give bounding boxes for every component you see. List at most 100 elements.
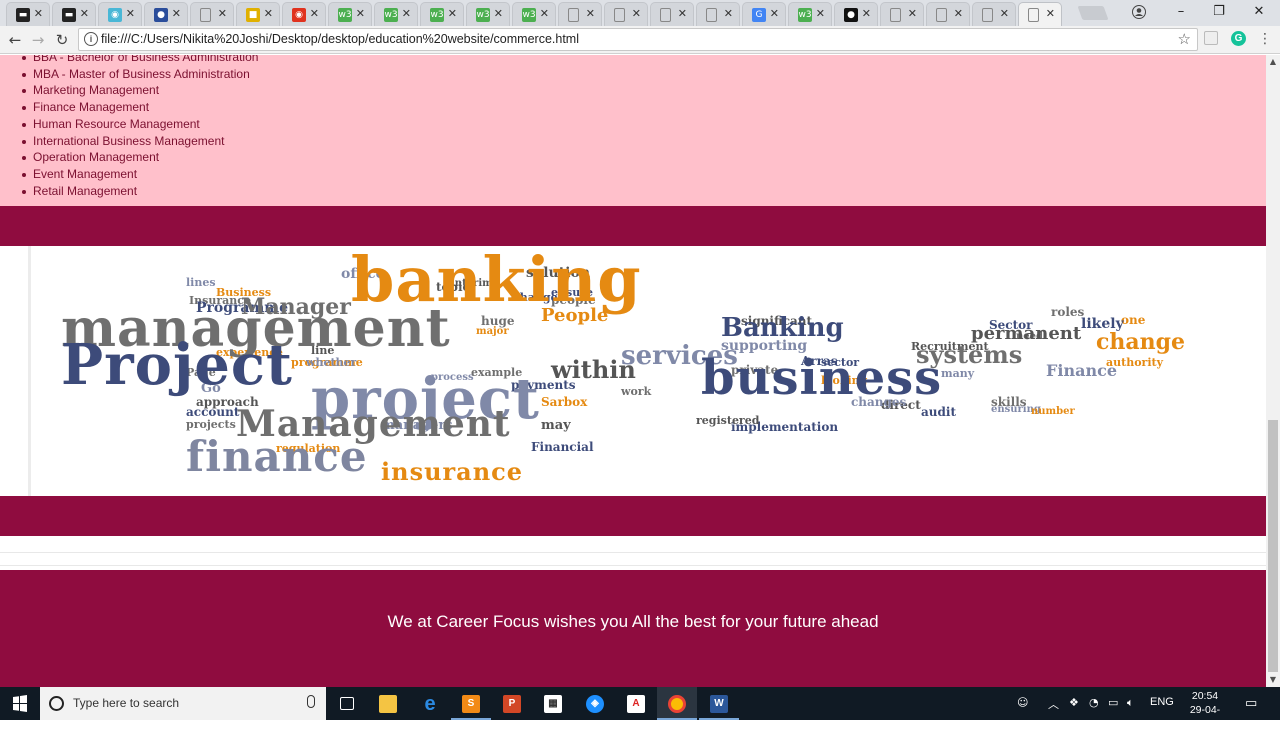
close-tab-icon[interactable]: ✕ xyxy=(34,7,43,20)
close-tab-icon[interactable]: ✕ xyxy=(908,7,917,20)
chrome-icon[interactable] xyxy=(657,687,697,720)
close-tab-icon[interactable]: ✕ xyxy=(264,7,273,20)
close-tab-icon[interactable]: ✕ xyxy=(80,7,89,20)
close-tab-icon[interactable]: ✕ xyxy=(678,7,687,20)
wordcloud-word: finance xyxy=(186,432,368,481)
close-tab-icon[interactable]: ✕ xyxy=(126,7,135,20)
scroll-up-arrow[interactable]: ▲ xyxy=(1266,55,1280,69)
browser-tab[interactable]: w3 ✕ xyxy=(328,2,372,26)
browser-tab[interactable]: ◉ ✕ xyxy=(98,2,142,26)
course-list-item: International Business Management xyxy=(21,133,258,150)
restore-button[interactable]: ❐ xyxy=(1200,0,1238,24)
course-list-item: Finance Management xyxy=(21,99,258,116)
acrobat-icon[interactable]: A xyxy=(616,687,656,720)
browser-tab[interactable]: ● ✕ xyxy=(144,2,188,26)
scrollbar-thumb[interactable] xyxy=(1268,420,1278,672)
course-list-item: MBA - Master of Business Administration xyxy=(21,66,258,83)
close-tab-icon[interactable]: ✕ xyxy=(632,7,641,20)
clock[interactable]: 20:54 29-04-2018 xyxy=(1183,689,1227,731)
close-tab-icon[interactable]: ✕ xyxy=(1046,7,1055,20)
browser-tab[interactable]: G ✕ xyxy=(742,2,786,26)
address-bar[interactable]: i file:///C:/Users/Nikita%20Joshi/Deskto… xyxy=(78,28,1198,51)
close-tab-icon[interactable]: ✕ xyxy=(494,7,503,20)
page-icon xyxy=(614,8,625,22)
back-button[interactable]: ← xyxy=(5,30,25,50)
course-list-item: Event Management xyxy=(21,166,258,183)
browser-tab-strip: ▬ ✕ ▬ ✕ ◉ ✕ ● ✕ ✕ ■ ✕ ◉ ✕ w3 ✕ w3 ✕ w3 ✕ w3 ✕ w3 ✕ ✕ ✕ ✕ ✕ G ✕ w3 ✕ ● ✕ ✕… xyxy=(0,0,1280,26)
microphone-icon[interactable] xyxy=(307,695,315,708)
w3-icon: w3 xyxy=(476,8,490,22)
url-text[interactable]: file:///C:/Users/Nikita%20Joshi/Desktop/… xyxy=(101,32,579,46)
cortana-icon[interactable] xyxy=(49,696,64,711)
close-tab-icon[interactable]: ✕ xyxy=(862,7,871,20)
new-tab-button[interactable] xyxy=(1077,6,1109,20)
taskbar-search[interactable]: Type here to search xyxy=(40,687,326,720)
close-tab-icon[interactable]: ✕ xyxy=(218,7,227,20)
browser-tab[interactable]: ✕ xyxy=(880,2,924,26)
start-button[interactable] xyxy=(0,687,40,720)
browser-tab[interactable]: ✕ xyxy=(650,2,694,26)
browser-tab[interactable]: ✕ xyxy=(604,2,648,26)
menu-kebab-icon[interactable]: ⋮ xyxy=(1258,30,1272,48)
edge-icon[interactable]: e xyxy=(410,687,450,720)
page-icon xyxy=(1028,8,1039,22)
show-hidden-icons-chevron-icon[interactable]: ︿ xyxy=(1048,696,1059,712)
browser-tab[interactable]: ✕ xyxy=(926,2,970,26)
store-icon[interactable]: ▦ xyxy=(533,687,573,720)
profile-icon[interactable] xyxy=(1120,0,1158,24)
battery-icon[interactable]: ▭ xyxy=(1108,696,1118,709)
sublime-text-icon[interactable]: S xyxy=(451,687,491,720)
browser-tab[interactable]: ✕ xyxy=(696,2,740,26)
word-icon[interactable]: W xyxy=(699,687,739,720)
browser-tab[interactable]: ✕ xyxy=(972,2,1016,26)
close-tab-icon[interactable]: ✕ xyxy=(770,7,779,20)
browser-tab[interactable]: ■ ✕ xyxy=(236,2,280,26)
close-tab-icon[interactable]: ✕ xyxy=(540,7,549,20)
volume-icon[interactable]: 🔈︎ xyxy=(1127,696,1134,710)
browser-tab[interactable]: w3 ✕ xyxy=(788,2,832,26)
people-icon[interactable]: ☺ xyxy=(1017,696,1028,709)
browser-tab[interactable]: w3 ✕ xyxy=(374,2,418,26)
close-tab-icon[interactable]: ✕ xyxy=(1000,7,1009,20)
task-view-icon[interactable] xyxy=(327,687,367,720)
close-tab-icon[interactable]: ✕ xyxy=(172,7,181,20)
language-indicator[interactable]: ENG xyxy=(1150,696,1174,708)
grammarly-icon[interactable]: G xyxy=(1231,31,1246,46)
close-tab-icon[interactable]: ✕ xyxy=(356,7,365,20)
forward-button[interactable]: → xyxy=(28,30,48,50)
close-tab-icon[interactable]: ✕ xyxy=(586,7,595,20)
minimize-button[interactable]: – xyxy=(1162,0,1200,24)
browser-tab[interactable]: w3 ✕ xyxy=(420,2,464,26)
clock-time: 20:54 xyxy=(1191,690,1219,702)
browser-tab[interactable]: ▬ ✕ xyxy=(6,2,50,26)
powerpoint-icon[interactable]: P xyxy=(492,687,532,720)
close-tab-icon[interactable]: ✕ xyxy=(448,7,457,20)
notifications-icon[interactable]: ▭ xyxy=(1245,696,1257,711)
safari-icon[interactable]: ◈ xyxy=(575,687,615,720)
browser-tab[interactable]: ● ✕ xyxy=(834,2,878,26)
globe-icon: ◉ xyxy=(108,8,122,22)
wordcloud-word: Banking xyxy=(721,313,844,343)
browser-tab[interactable]: w3 ✕ xyxy=(466,2,510,26)
browser-tab[interactable]: ◉ ✕ xyxy=(282,2,326,26)
dropbox-icon[interactable]: ❖ xyxy=(1069,696,1079,709)
file-explorer-icon[interactable] xyxy=(368,687,408,720)
browser-tab[interactable]: ✕ xyxy=(558,2,602,26)
close-tab-icon[interactable]: ✕ xyxy=(402,7,411,20)
close-tab-icon[interactable]: ✕ xyxy=(954,7,963,20)
reload-button[interactable]: ↻ xyxy=(52,30,72,50)
search-placeholder[interactable]: Type here to search xyxy=(73,696,179,710)
browser-tab[interactable]: w3 ✕ xyxy=(512,2,556,26)
wifi-icon[interactable]: ◔ xyxy=(1089,696,1099,709)
close-tab-icon[interactable]: ✕ xyxy=(816,7,825,20)
bookmark-star-icon[interactable]: ☆ xyxy=(1178,30,1191,48)
browser-tab[interactable]: ▬ ✕ xyxy=(52,2,96,26)
close-tab-icon[interactable]: ✕ xyxy=(310,7,319,20)
browser-tab[interactable]: ✕ xyxy=(190,2,234,26)
close-window-button[interactable]: ✕ xyxy=(1240,0,1278,24)
browser-tab[interactable]: ✕ xyxy=(1018,2,1062,26)
scroll-down-arrow[interactable]: ▼ xyxy=(1266,673,1280,687)
extension-icon[interactable] xyxy=(1204,31,1218,45)
close-tab-icon[interactable]: ✕ xyxy=(724,7,733,20)
info-icon[interactable]: i xyxy=(84,32,98,46)
